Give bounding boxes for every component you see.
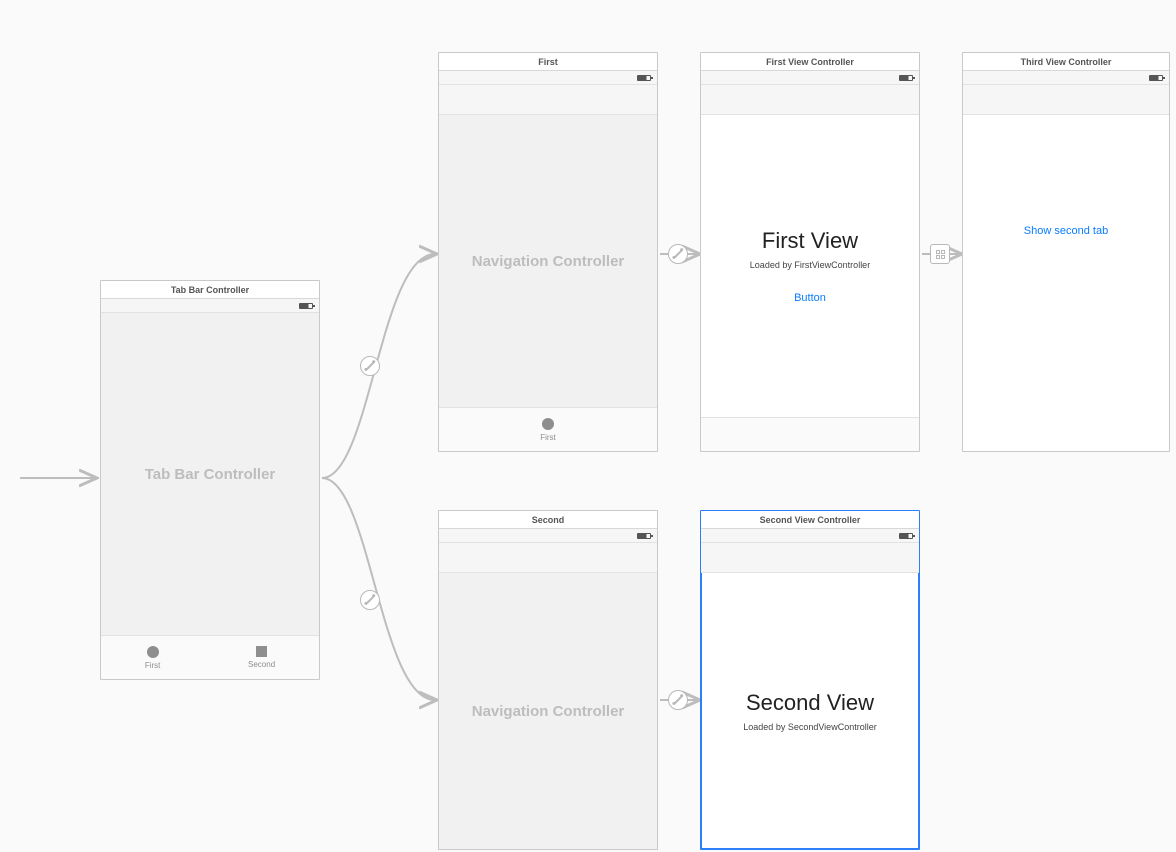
status-bar — [701, 71, 919, 85]
scene-title: Tab Bar Controller — [101, 281, 319, 299]
scene-body: Navigation Controller — [439, 115, 657, 407]
placeholder-label: Navigation Controller — [472, 703, 625, 720]
tab-item-first[interactable]: First — [540, 418, 556, 442]
scene-title: Second — [439, 511, 657, 529]
circle-icon — [147, 646, 159, 658]
view-subtitle: Loaded by FirstViewController — [750, 260, 870, 270]
circle-icon — [542, 418, 554, 430]
square-icon — [256, 646, 267, 657]
navigation-bar — [701, 543, 919, 573]
tab-bar: First — [439, 407, 657, 451]
segue-relationship-icon[interactable] — [360, 356, 380, 376]
view-subtitle: Loaded by SecondViewController — [743, 722, 876, 732]
button[interactable]: Button — [794, 292, 826, 304]
navigation-bar — [439, 85, 657, 115]
scene-nav-first[interactable]: First Navigation Controller First — [438, 52, 658, 452]
status-bar — [439, 71, 657, 85]
scene-title: Third View Controller — [963, 53, 1169, 71]
segue-relationship-icon[interactable] — [360, 590, 380, 610]
scene-title: First View Controller — [701, 53, 919, 71]
scene-body: Show second tab — [963, 115, 1169, 451]
placeholder-label: Tab Bar Controller — [145, 466, 276, 483]
status-bar — [101, 299, 319, 313]
battery-icon — [899, 533, 913, 539]
storyboard-canvas[interactable]: Tab Bar Controller Tab Bar Controller Fi… — [0, 0, 1176, 852]
view-heading: Second View — [746, 690, 874, 716]
scene-tab-bar-controller[interactable]: Tab Bar Controller Tab Bar Controller Fi… — [100, 280, 320, 680]
toolbar-area — [701, 417, 919, 451]
tab-item-second[interactable]: Second — [248, 646, 275, 669]
segue-show-icon[interactable] — [930, 244, 950, 264]
battery-icon — [637, 533, 651, 539]
segue-root-icon[interactable] — [668, 690, 688, 710]
show-second-tab-button[interactable]: Show second tab — [1024, 225, 1108, 237]
navigation-bar — [439, 543, 657, 573]
scene-second-vc[interactable]: Second View Controller Second View Loade… — [700, 510, 920, 850]
navigation-bar — [701, 85, 919, 115]
segue-root-icon[interactable] — [668, 244, 688, 264]
scene-title: Second View Controller — [701, 511, 919, 529]
tab-label: First — [540, 433, 556, 442]
scene-title: First — [439, 53, 657, 71]
tab-label: First — [145, 661, 161, 670]
tab-label: Second — [248, 660, 275, 669]
tab-item-first[interactable]: First — [145, 646, 161, 670]
view-heading: First View — [762, 228, 858, 254]
scene-body: Second View Loaded by SecondViewControll… — [701, 573, 919, 849]
scene-nav-second[interactable]: Second Navigation Controller — [438, 510, 658, 850]
scene-first-vc[interactable]: First View Controller First View Loaded … — [700, 52, 920, 452]
status-bar — [963, 71, 1169, 85]
battery-icon — [637, 75, 651, 81]
scene-body: Tab Bar Controller — [101, 313, 319, 635]
scene-body: First View Loaded by FirstViewController… — [701, 115, 919, 417]
scene-body: Navigation Controller — [439, 573, 657, 849]
battery-icon — [299, 303, 313, 309]
status-bar — [701, 529, 919, 543]
scene-third-vc[interactable]: Third View Controller Show second tab — [962, 52, 1170, 452]
tab-bar: First Second — [101, 635, 319, 679]
status-bar — [439, 529, 657, 543]
battery-icon — [1149, 75, 1163, 81]
navigation-bar — [963, 85, 1169, 115]
placeholder-label: Navigation Controller — [472, 253, 625, 270]
battery-icon — [899, 75, 913, 81]
